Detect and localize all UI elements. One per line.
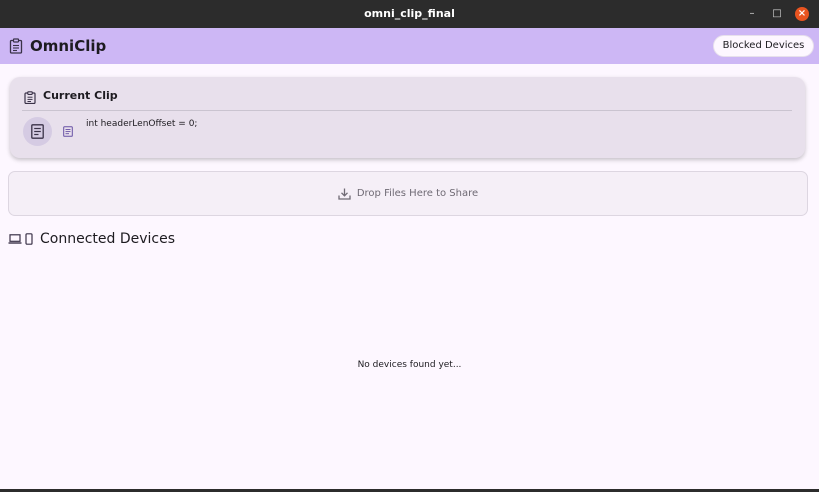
window-title: omni_clip_final [364,7,455,20]
drop-zone-label: Drop Files Here to Share [356,188,479,199]
text-document-icon[interactable] [63,126,73,137]
current-clip-card: Current Clip int headerLenOffset = 0; [10,77,805,158]
window-titlebar[interactable]: omni_clip_final – □ × [0,0,819,28]
clip-avatar [23,117,52,146]
phone-icon [25,233,33,245]
drop-zone[interactable]: Drop Files Here to Share [8,171,808,216]
blocked-devices-button[interactable]: Blocked Devices [713,35,814,57]
clip-content-text: int headerLenOffset = 0; [86,119,198,129]
clipboard-icon [9,38,23,54]
app-title: OmniClip [30,37,107,55]
laptop-icon [8,234,22,244]
card-divider [22,110,792,111]
current-clip-title: Current Clip [43,89,118,102]
maximize-button[interactable]: □ [770,7,784,21]
app-bar: OmniClip Blocked Devices [0,28,819,64]
app-window: omni_clip_final – □ × OmniClip Blocked D… [0,0,819,492]
text-document-icon [31,124,44,139]
clipboard-icon [24,91,36,104]
connected-devices-title: Connected Devices [40,231,176,247]
close-button[interactable]: × [795,7,809,21]
minimize-button[interactable]: – [745,7,759,21]
empty-devices-message: No devices found yet... [357,360,462,370]
download-tray-icon [338,188,351,200]
